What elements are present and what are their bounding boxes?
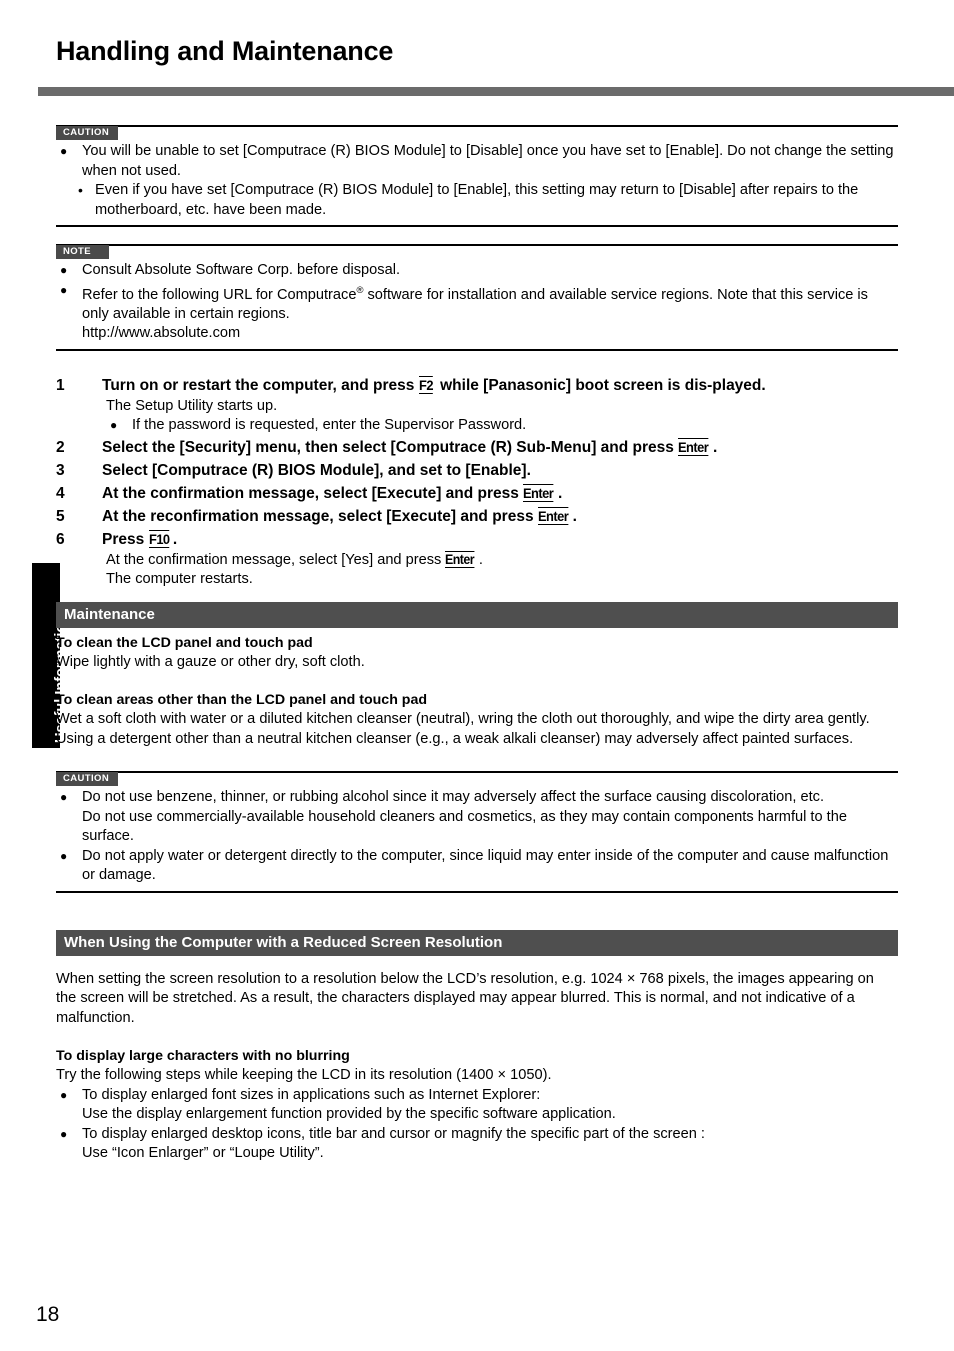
key-enter: Enter <box>445 550 475 569</box>
step-1: 1 Turn on or restart the computer, and p… <box>56 375 898 436</box>
reduced-resolution-bullet-2-text: To display enlarged desktop icons, title… <box>82 1125 705 1142</box>
step-4-number: 4 <box>56 484 65 502</box>
caution-2-bullet-1-line-1: Do not use benzene, thinner, or rubbing … <box>82 789 825 806</box>
content-column: CAUTION ● You will be unable to set [Com… <box>56 0 898 1164</box>
reduced-resolution-bullet-2: ● To display enlarged desktop icons, tit… <box>56 1125 898 1164</box>
note-block-1: NOTE ● Consult Absolute Software Corp. b… <box>56 244 898 351</box>
bullet-dot-icon: ● <box>60 848 68 863</box>
note-1-bullet-2-text-a: Refer to the following URL for Computrac… <box>82 286 357 303</box>
reduced-resolution-sub-intro: Try the following steps while keeping th… <box>56 1067 552 1084</box>
key-enter: Enter <box>523 483 554 502</box>
step-5-heading: At the reconfirmation message, select [E… <box>102 506 577 525</box>
note-1-rule-bottom <box>56 348 898 351</box>
step-5: 5 At the reconfirmation message, select … <box>56 506 898 528</box>
note-1-bullet-1: ● Consult Absolute Software Corp. before… <box>56 261 898 281</box>
step-4-heading: At the confirmation message, select [Exe… <box>102 483 563 502</box>
step-6-detail-line-1: At the confirmation message, select [Yes… <box>106 550 483 569</box>
bullet-dot-icon: ● <box>60 144 68 158</box>
reduced-resolution-intro: When setting the screen resolution to a … <box>56 970 874 1026</box>
step-3-heading: Select [Computrace (R) BIOS Module], and… <box>102 461 531 479</box>
key-f2: F2 <box>418 375 433 394</box>
caution-2-bullet-1-line-2: Do not use commercially-available househ… <box>82 808 847 845</box>
step-4: 4 At the confirmation message, select [E… <box>56 483 898 505</box>
step-1-detail-bullet: ● If the password is requested, enter th… <box>106 416 898 436</box>
step-1-detail-line: The Setup Utility starts up. <box>106 397 278 414</box>
step-6-detail: At the confirmation message, select [Yes… <box>102 550 898 590</box>
maintenance-sub-head-1: To clean the LCD panel and touch pad <box>56 634 313 651</box>
maintenance-sub-body-2: Wet a soft cloth with water or a diluted… <box>56 711 870 747</box>
caution-block-2: CAUTION ● Do not use benzene, thinner, o… <box>56 771 898 893</box>
section-bar-reduced-resolution: When Using the Computer with a Reduced S… <box>56 929 898 956</box>
bullet-dot-icon: ● <box>110 418 118 433</box>
bullet-dot-icon: ● <box>60 263 68 277</box>
key-f10: F10 <box>148 529 170 548</box>
note-1-url[interactable]: http://www.absolute.com <box>82 325 240 341</box>
caution-block-1: CAUTION ● You will be unable to set [Com… <box>56 125 898 227</box>
caution-1-tag: CAUTION <box>56 126 119 140</box>
step-1-heading: Turn on or restart the computer, and pre… <box>102 375 766 394</box>
step-3-number: 3 <box>56 461 65 479</box>
reduced-resolution-bullet-1-sub: Use the display enlargement function pro… <box>82 1106 616 1123</box>
reduced-resolution-bullet-2-sub: Use “Icon Enlarger” or “Loupe Utility”. <box>82 1145 324 1162</box>
note-1-tag: NOTE <box>56 245 109 259</box>
caution-1-subbullet-1: • Even if you have set [Computrace (R) B… <box>78 182 859 218</box>
caution-2-body: ● Do not use benzene, thinner, or rubbin… <box>56 787 898 886</box>
bullet-dot-icon: ● <box>60 790 68 805</box>
page-number: 18 <box>36 1303 60 1326</box>
step-2: 2 Select the [Security] menu, then selec… <box>56 437 898 459</box>
bullet-dot-icon: ● <box>60 1087 68 1102</box>
reduced-resolution-bullet-1-text: To display enlarged font sizes in applic… <box>82 1086 541 1103</box>
bullet-dot-icon: ● <box>60 1126 68 1141</box>
reduced-resolution-bullet-1: ● To display enlarged font sizes in appl… <box>56 1086 898 1125</box>
key-enter: Enter <box>678 437 709 456</box>
manual-page: Handling and Maintenance Useful Informat… <box>0 0 954 1351</box>
caution-1-bullet-1: ● You will be unable to set [Computrace … <box>56 142 898 181</box>
reduced-resolution-sub-head: To display large characters with no blur… <box>56 1048 350 1065</box>
step-6-heading: Press F10. <box>102 529 178 548</box>
note-1-bullet-2: ● Refer to the following URL for Computr… <box>56 281 898 344</box>
note-1-body: ● Consult Absolute Software Corp. before… <box>56 260 898 344</box>
bullet-dot-icon: ● <box>60 282 68 297</box>
step-6-detail-line-2: The computer restarts. <box>106 571 253 588</box>
caution-1-rule-bottom <box>56 225 898 227</box>
sub-bullet-dot-icon: • <box>78 182 83 198</box>
maintenance-sub-body-1: Wipe lightly with a gauze or other dry, … <box>56 653 365 670</box>
step-5-number: 5 <box>56 507 65 525</box>
step-1-number: 1 <box>56 376 65 394</box>
step-6-number: 6 <box>56 530 65 548</box>
key-enter: Enter <box>537 506 569 525</box>
caution-2-bullet-2: ● Do not apply water or detergent direct… <box>56 847 898 886</box>
procedure-steps: 1 Turn on or restart the computer, and p… <box>56 375 898 590</box>
step-1-detail: The Setup Utility starts up. ● If the pa… <box>102 397 898 436</box>
caution-1-body: ● You will be unable to set [Computrace … <box>56 141 898 220</box>
step-2-number: 2 <box>56 438 65 456</box>
step-3: 3 Select [Computrace (R) BIOS Module], a… <box>56 460 898 482</box>
maintenance-sub-head-2: To clean areas other than the LCD panel … <box>56 692 428 709</box>
caution-2-tag: CAUTION <box>56 772 119 787</box>
caution-2-bullet-1: ● Do not use benzene, thinner, or rubbin… <box>56 788 898 847</box>
section-bar-maintenance: Maintenance <box>56 601 898 628</box>
step-6: 6 Press F10. At the confirmation message… <box>56 529 898 590</box>
caution-2-rule-bottom <box>56 890 898 893</box>
step-2-heading: Select the [Security] menu, then select … <box>102 437 718 456</box>
